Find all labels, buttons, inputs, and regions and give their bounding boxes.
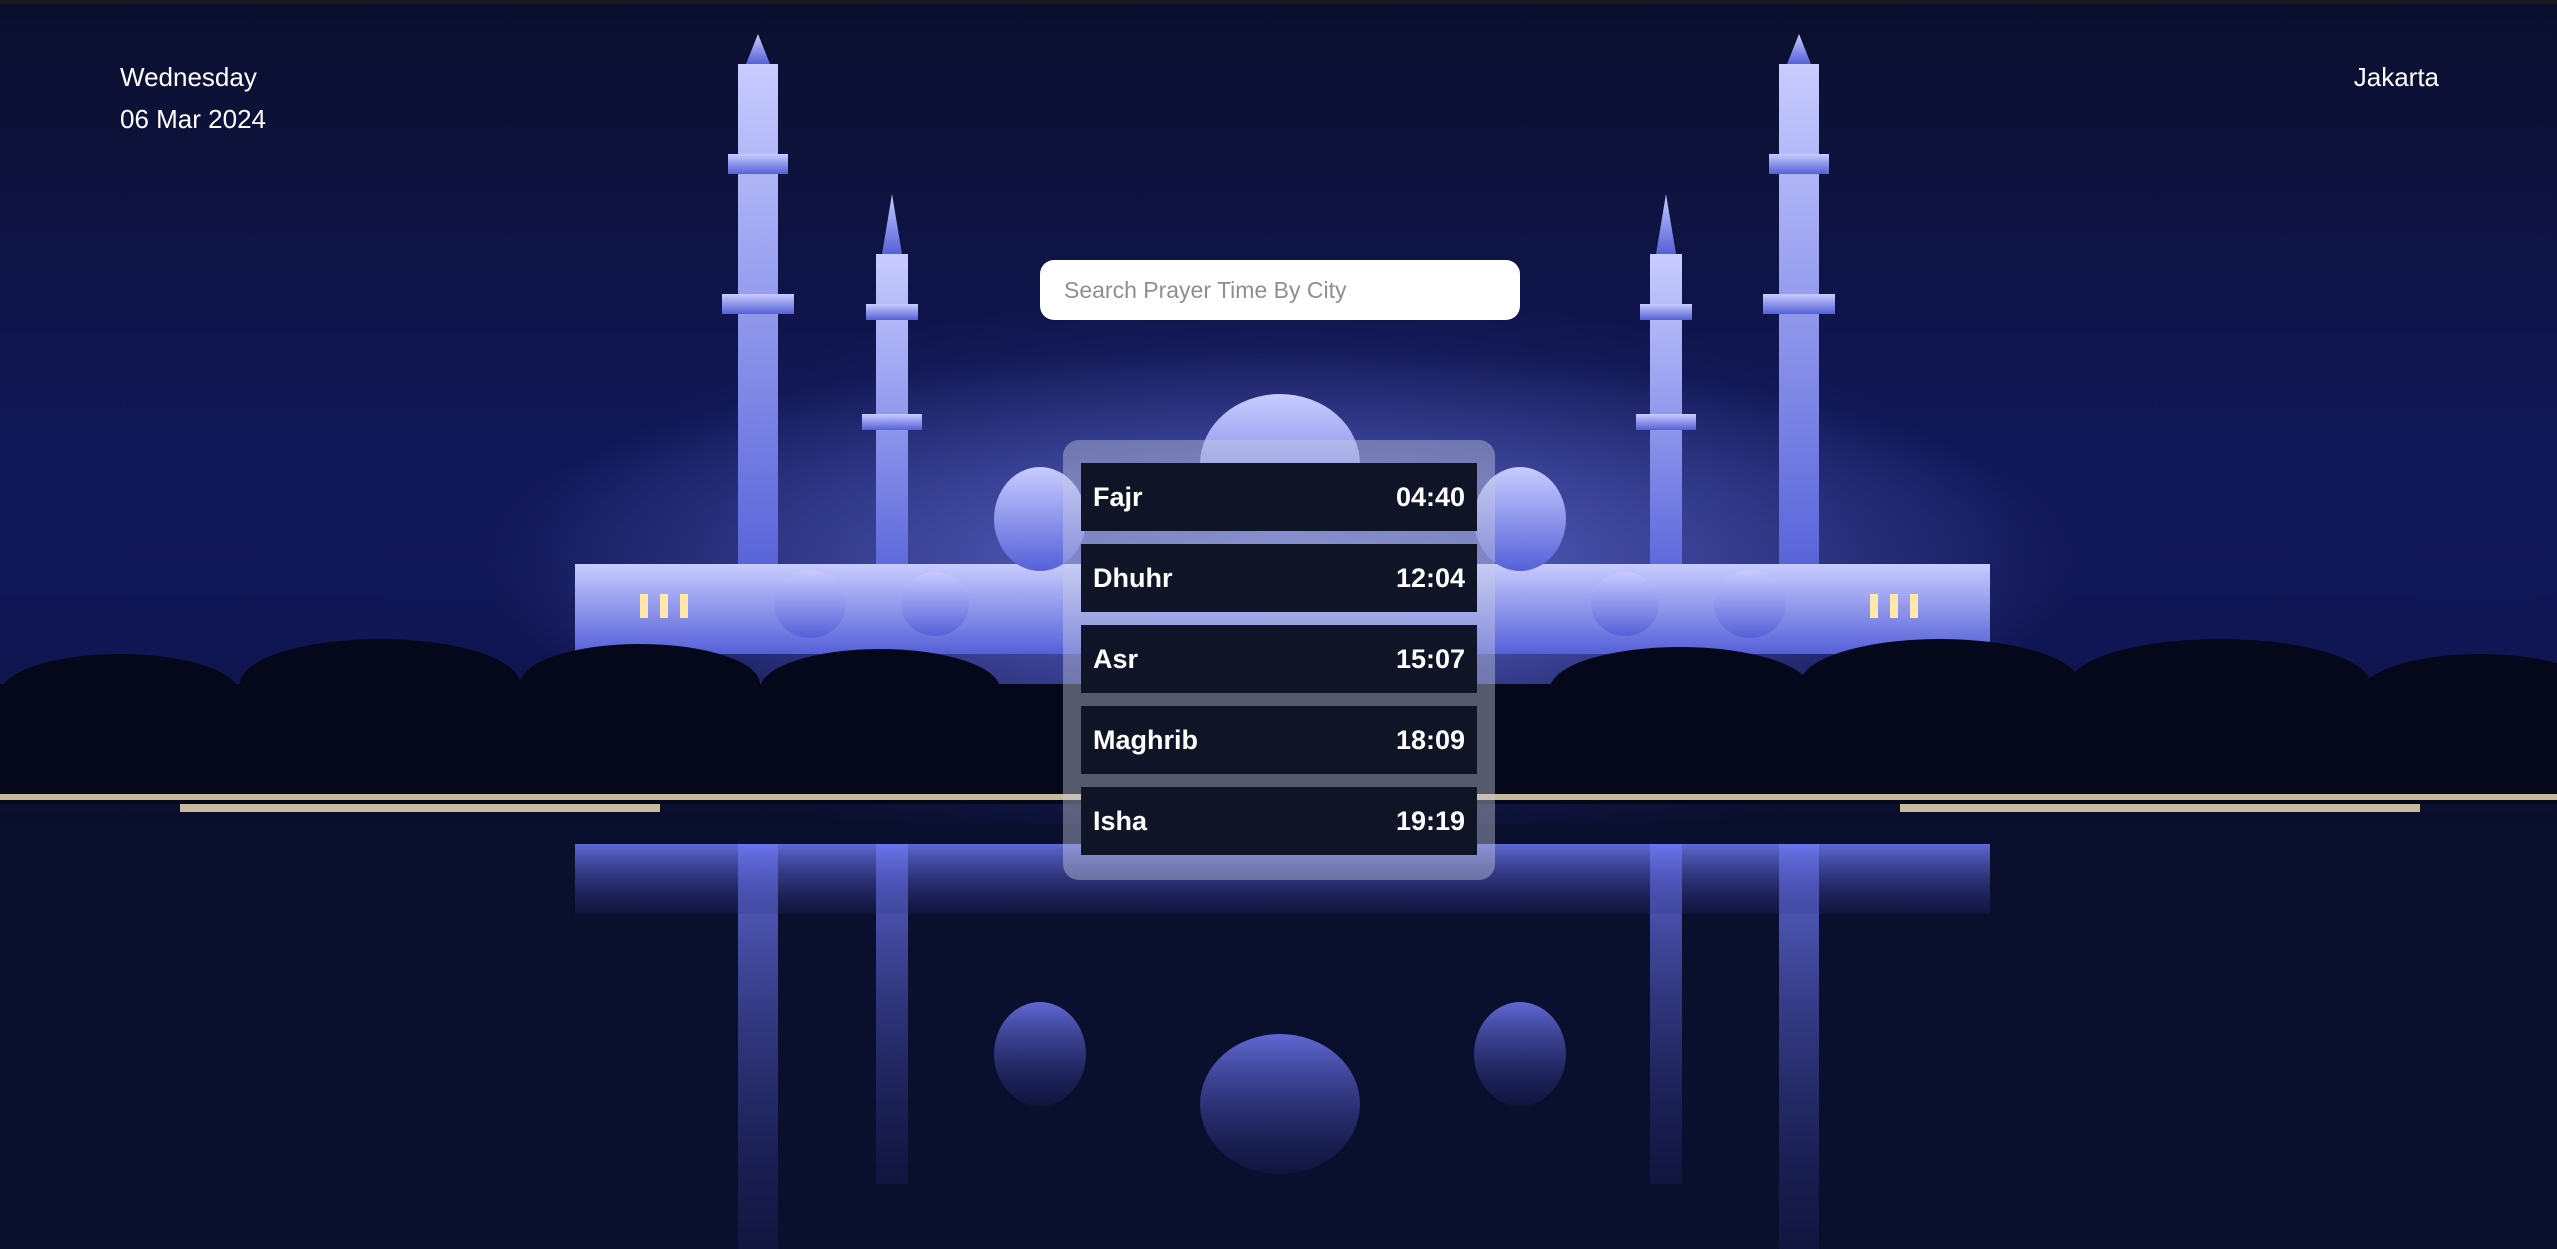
prayer-row-isha: Isha 19:19 [1081, 787, 1477, 855]
search-box [1040, 260, 1520, 320]
prayer-name: Asr [1093, 643, 1139, 674]
date-block: Wednesday 06 Mar 2024 [120, 56, 266, 140]
prayer-row-maghrib: Maghrib 18:09 [1081, 706, 1477, 774]
prayer-name: Maghrib [1093, 724, 1198, 755]
date-label: 06 Mar 2024 [120, 104, 266, 134]
prayer-name: Isha [1093, 805, 1148, 836]
prayer-row-dhuhr: Dhuhr 12:04 [1081, 544, 1477, 612]
prayer-time: 04:40 [1395, 481, 1465, 512]
prayer-time: 15:07 [1395, 643, 1465, 674]
prayer-name: Dhuhr [1093, 562, 1173, 593]
prayer-times-panel: Fajr 04:40 Dhuhr 12:04 Asr 15:07 Maghrib… [1063, 440, 1495, 880]
prayer-time: 19:19 [1395, 805, 1465, 836]
prayer-row-fajr: Fajr 04:40 [1081, 463, 1477, 531]
weekday-label: Wednesday [120, 62, 257, 92]
prayer-time: 12:04 [1395, 562, 1465, 593]
search-input[interactable] [1040, 260, 1520, 320]
app-root: Wednesday 06 Mar 2024 Jakarta Fajr 04:40… [0, 0, 2557, 1249]
prayer-row-asr: Asr 15:07 [1081, 625, 1477, 693]
city-label: Jakarta [2353, 62, 2439, 92]
prayer-name: Fajr [1093, 481, 1143, 512]
prayer-time: 18:09 [1395, 724, 1465, 755]
